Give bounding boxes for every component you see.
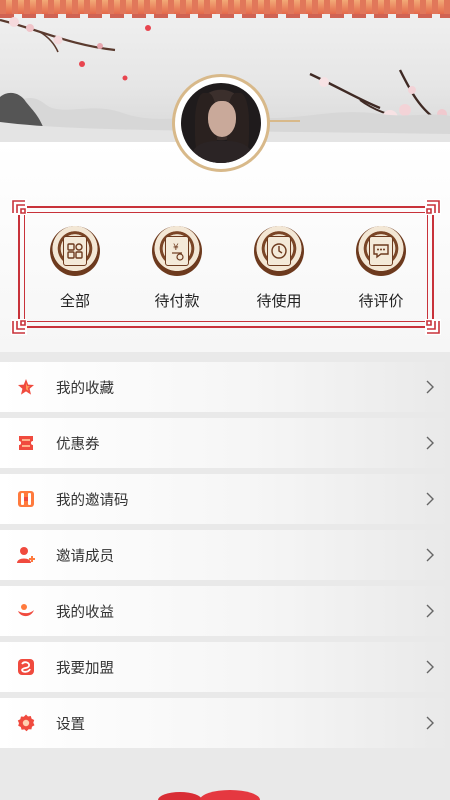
menu-item-earnings[interactable]: 我的收益	[0, 586, 450, 636]
chevron-right-icon	[426, 436, 434, 450]
menu-item-favorites[interactable]: 我的收藏	[0, 362, 450, 412]
invite-code-icon	[18, 491, 34, 507]
order-tab-label: 待使用	[256, 292, 302, 310]
order-tab-to-review[interactable]: 待评价	[336, 226, 426, 320]
order-tab-pending-payment[interactable]: ¥ 待付款	[132, 226, 222, 320]
menu-item-coupons[interactable]: 优惠券	[0, 418, 450, 468]
svg-text:¥: ¥	[173, 243, 179, 253]
user-avatar[interactable]	[172, 74, 270, 172]
menu-item-settings[interactable]: 设置	[0, 698, 450, 748]
star-icon	[18, 379, 34, 395]
menu-item-label: 邀请成员	[56, 549, 114, 565]
chevron-right-icon	[426, 492, 434, 506]
order-tab-all[interactable]: 全部	[30, 226, 120, 320]
orders-frame: 全部 ¥ 待付款 待使用 待评价	[11, 199, 441, 335]
avatar-photo	[181, 83, 261, 163]
menu-item-label: 我的收藏	[56, 381, 114, 397]
menu-item-label: 我的邀请码	[56, 493, 129, 509]
join-icon	[18, 659, 34, 675]
chevron-right-icon	[426, 716, 434, 730]
menu-item-invite-code[interactable]: 我的邀请码	[0, 474, 450, 524]
comment-icon	[356, 226, 406, 276]
menu-item-label: 我要加盟	[56, 661, 114, 677]
orders-section: 全部 ¥ 待付款 待使用 待评价	[0, 142, 450, 352]
menu-item-label: 优惠券	[56, 437, 100, 453]
order-tab-label: 待评价	[358, 292, 404, 310]
chevron-right-icon	[426, 660, 434, 674]
order-tab-to-use[interactable]: 待使用	[234, 226, 324, 320]
menu-item-join[interactable]: 我要加盟	[0, 642, 450, 692]
chevron-right-icon	[426, 604, 434, 618]
frame-corner-ornament	[425, 319, 441, 335]
chevron-right-icon	[426, 380, 434, 394]
frame-corner-ornament	[11, 319, 27, 335]
chevron-right-icon	[426, 548, 434, 562]
grid-icon	[50, 226, 100, 276]
add-user-icon	[17, 547, 35, 563]
bottom-lantern-decoration	[158, 790, 260, 800]
menu-list: 我的收藏 优惠券 我的邀请码 邀请成员 我的收益 我要加盟 设置	[0, 362, 450, 754]
menu-item-invite-members[interactable]: 邀请成员	[0, 530, 450, 580]
coupon-icon	[19, 436, 33, 450]
frame-corner-ornament	[425, 199, 441, 215]
frame-corner-ornament	[11, 199, 27, 215]
menu-item-label: 我的收益	[56, 605, 114, 621]
earnings-icon	[18, 604, 34, 617]
clock-icon	[254, 226, 304, 276]
order-tab-label: 待付款	[154, 292, 200, 310]
settings-icon	[17, 714, 35, 732]
order-tab-label: 全部	[59, 292, 90, 310]
payment-icon: ¥	[152, 226, 202, 276]
menu-item-label: 设置	[56, 717, 85, 733]
